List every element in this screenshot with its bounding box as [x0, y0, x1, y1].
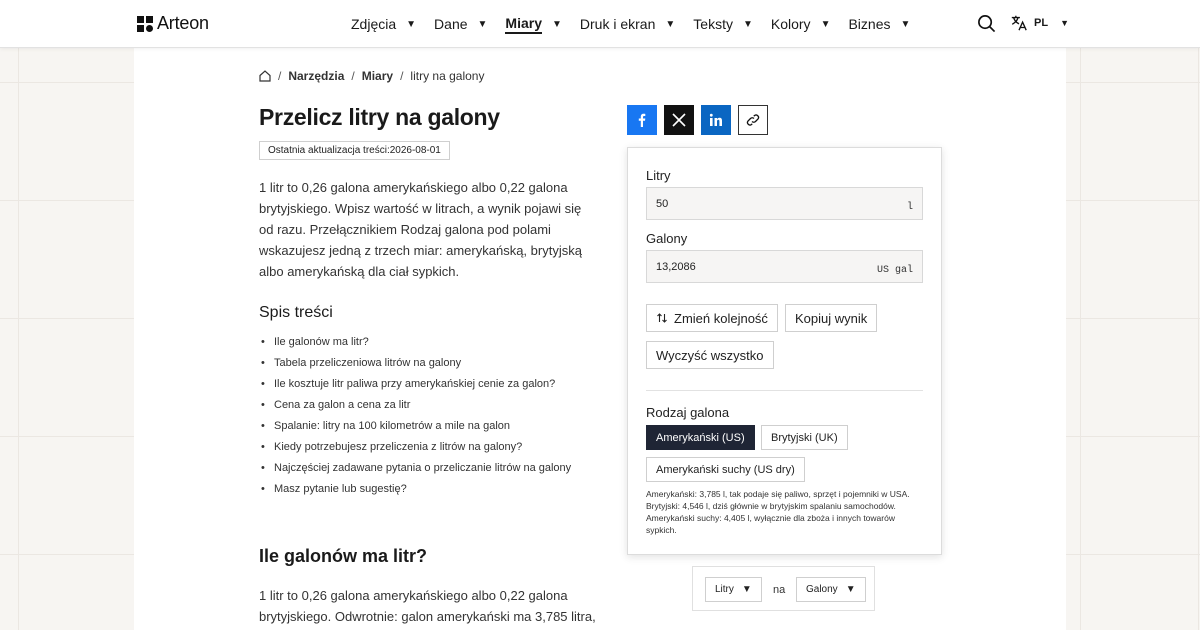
toc-item[interactable]: Masz pytanie lub sugestię? — [259, 479, 599, 500]
toc-item[interactable]: Najczęściej zadawane pytania o przelicza… — [259, 458, 599, 479]
page-title: Przelicz litry na galony — [259, 104, 500, 130]
copy-result-label: Kopiuj wynik — [795, 310, 868, 326]
toc-item[interactable]: Kiedy potrzebujesz przeliczenia z litrów… — [259, 437, 599, 458]
breadcrumb-narzedzia[interactable]: Narzędzia — [288, 69, 344, 83]
nav-item-miary[interactable]: Miary ▼ — [505, 15, 562, 34]
nav-item-teksty[interactable]: Teksty ▼ — [693, 16, 753, 32]
liters-unit: l — [906, 202, 913, 213]
section-title: Ile galonów ma litr? — [259, 546, 428, 566]
toc-item[interactable]: Ile kosztuje litr paliwa przy amerykańsk… — [259, 374, 599, 395]
language-switcher[interactable]: PL ▼ — [1010, 14, 1069, 32]
nav-label: Zdjęcia — [351, 16, 397, 32]
toc-item[interactable]: Ile galonów ma litr? — [259, 332, 599, 353]
swap-button-label: Zmień kolejność — [674, 310, 768, 326]
gallons-unit: US gal — [876, 265, 913, 276]
breadcrumb-current: litry na galony — [410, 69, 485, 83]
toc-item[interactable]: Tabela przeliczeniowa litrów na galony — [259, 353, 599, 374]
nav-label: Kolory — [770, 16, 811, 32]
nav-label: Miary — [505, 15, 542, 34]
home-icon[interactable] — [259, 70, 271, 82]
breadcrumb-separator: / — [351, 69, 355, 83]
caret-down-icon: ▼ — [900, 18, 911, 30]
breadcrumb-miary[interactable]: Miary — [362, 69, 393, 83]
caret-down-icon: ▼ — [741, 584, 752, 595]
option-uk[interactable]: Brytyjski (UK) — [761, 425, 848, 450]
logo-icon — [137, 15, 153, 32]
clear-all-button[interactable]: Wyczyść wszystko — [646, 341, 774, 369]
nav-item-kolory[interactable]: Kolory ▼ — [771, 16, 831, 32]
link-icon — [746, 114, 760, 126]
toc-item[interactable]: Spalanie: litry na 100 kilometrów a mile… — [259, 416, 599, 437]
divider — [646, 390, 923, 391]
copy-link-button[interactable] — [738, 105, 768, 135]
breadcrumb-separator: / — [278, 69, 282, 83]
linkedin-share-button[interactable] — [701, 105, 731, 135]
logo[interactable]: Arteon — [137, 13, 209, 34]
caret-down-icon: ▼ — [406, 18, 417, 30]
breadcrumb: / Narzędzia / Miary / litry na galony — [259, 69, 484, 83]
gallon-type-note: Amerykański: 3,785 l, tak podaje się pal… — [646, 489, 910, 535]
nav-label: Biznes — [848, 16, 891, 32]
to-unit-select[interactable]: Galony ▼ — [796, 577, 866, 602]
caret-down-icon: ▼ — [820, 18, 831, 30]
table-of-contents: Ile galonów ma litr? Tabela przeliczenio… — [259, 332, 599, 500]
caret-down-icon: ▼ — [665, 18, 676, 30]
swap-button[interactable]: Zmień kolejność — [646, 304, 778, 332]
toc-title: Spis treści — [259, 304, 333, 321]
nav-label: Teksty — [693, 16, 733, 32]
facebook-share-button[interactable] — [627, 105, 657, 135]
gallons-input[interactable] — [656, 260, 836, 273]
swap-icon — [657, 313, 667, 323]
section-text: 1 litr to 0,26 galona amerykańskiego alb… — [259, 588, 596, 624]
nav-item-druk-i-ekran[interactable]: Druk i ekran ▼ — [580, 16, 675, 32]
x-icon — [672, 113, 686, 127]
from-unit-value: Litry — [715, 584, 734, 595]
linkedin-icon — [709, 113, 722, 126]
liters-input[interactable] — [656, 197, 836, 210]
option-us[interactable]: Amerykański (US) — [646, 425, 755, 450]
caret-down-icon: ▼ — [477, 18, 488, 30]
from-unit-select[interactable]: Litry ▼ — [705, 577, 762, 602]
search-icon[interactable] — [977, 14, 996, 33]
toc-item[interactable]: Cena za galon a cena za litr — [259, 395, 599, 416]
breadcrumb-separator: / — [400, 69, 404, 83]
to-unit-value: Galony — [806, 584, 838, 595]
top-navigation-bar: Arteon Zdjęcia ▼ Dane ▼ Miary ▼ Druk i ekra… — [0, 0, 1200, 48]
article-column: Przelicz litry na galony Ostatnia aktual… — [259, 102, 599, 500]
intro-text: 1 litr to 0,26 galona amerykańskiego alb… — [259, 180, 582, 279]
clear-all-label: Wyczyść wszystko — [656, 347, 764, 363]
share-buttons — [627, 105, 768, 135]
caret-down-icon: ▼ — [742, 18, 753, 30]
nav-item-biznes[interactable]: Biznes ▼ — [848, 16, 910, 32]
gallons-field[interactable]: US gal — [646, 250, 923, 283]
gallon-type-label: Rodzaj galona — [646, 405, 730, 420]
main-nav: Zdjęcia ▼ Dane ▼ Miary ▼ Druk i ekran ▼ Teks… — [351, 0, 928, 48]
nav-item-zdjecia[interactable]: Zdjęcia ▼ — [351, 16, 416, 32]
option-us-dry[interactable]: Amerykański suchy (US dry) — [646, 457, 805, 482]
nav-item-dane[interactable]: Dane ▼ — [434, 16, 487, 32]
x-share-button[interactable] — [664, 105, 694, 135]
liters-field[interactable]: l — [646, 187, 923, 220]
caret-down-icon: ▼ — [845, 584, 856, 595]
gallons-label: Galony — [646, 231, 688, 246]
nav-label: Dane — [434, 16, 468, 32]
liters-label: Litry — [646, 168, 671, 183]
caret-down-icon: ▼ — [552, 18, 562, 30]
converter-card: Litry l Galony US gal Zmień kolejność Ko… — [627, 147, 942, 555]
language-code: PL — [1034, 17, 1049, 29]
update-badge: Ostatnia aktualizacja treści:2026-08-01 — [259, 141, 450, 160]
caret-down-icon: ▼ — [1060, 18, 1069, 28]
translate-icon — [1011, 15, 1027, 31]
logo-text: Arteon — [157, 13, 209, 33]
connector-text: na — [773, 584, 786, 596]
unit-selector: Litry ▼ na Galony ▼ — [692, 566, 875, 611]
nav-label: Druk i ekran — [579, 16, 656, 32]
facebook-icon — [638, 113, 646, 127]
copy-result-button[interactable]: Kopiuj wynik — [785, 304, 878, 332]
